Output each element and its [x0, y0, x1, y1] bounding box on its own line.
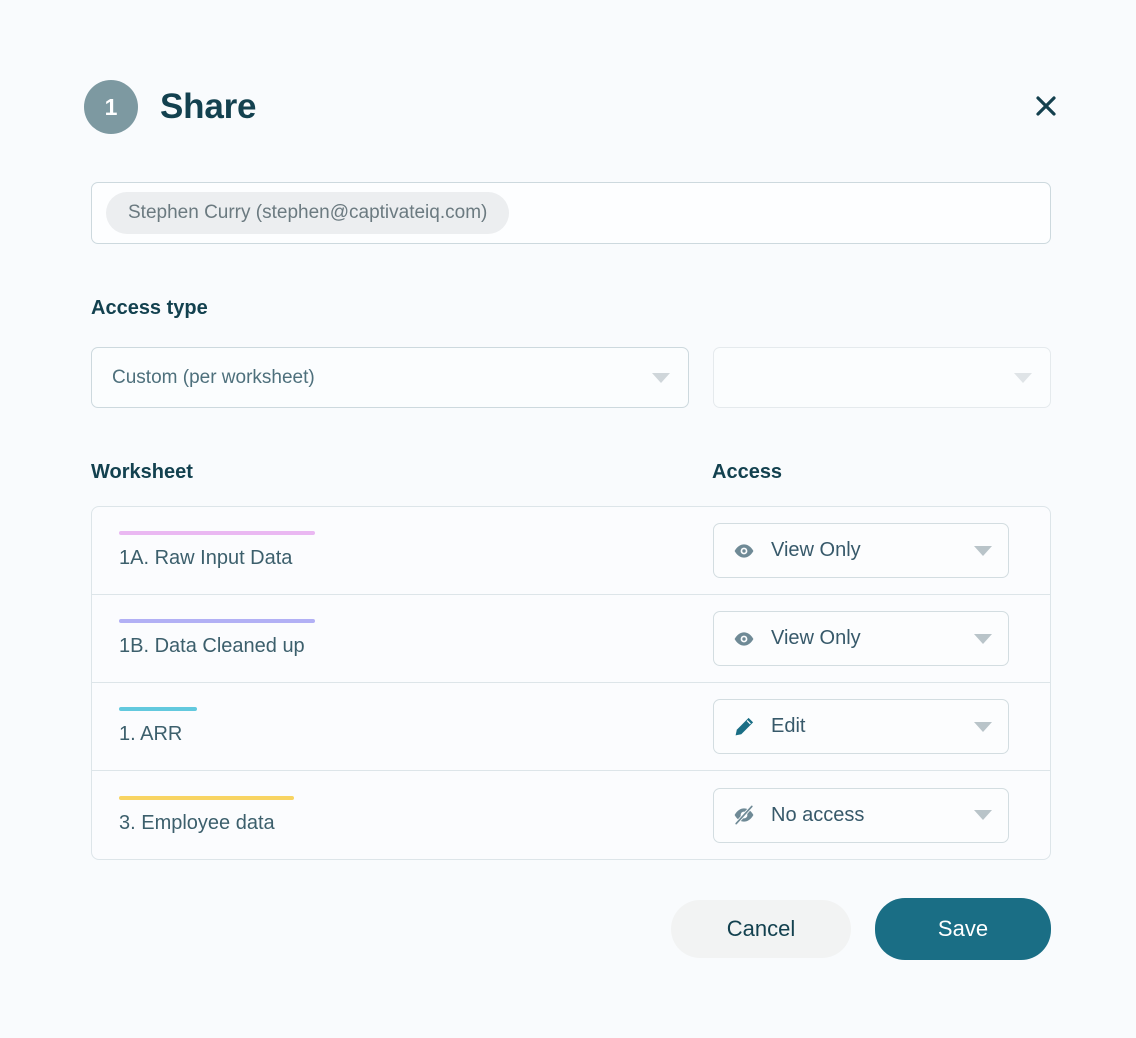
access-type-select[interactable]: Custom (per worksheet) — [91, 347, 689, 408]
access-cell: View Only — [713, 507, 1050, 594]
access-cell: Edit — [713, 683, 1050, 770]
worksheet-color-bar — [119, 619, 315, 623]
page-title: Share — [160, 87, 256, 127]
recipient-input[interactable]: Stephen Curry (stephen@captivateiq.com) — [91, 182, 1051, 244]
worksheet-name: 3. Employee data — [119, 812, 713, 835]
recipient-chip[interactable]: Stephen Curry (stephen@captivateiq.com) — [106, 192, 509, 234]
access-select[interactable]: No access — [713, 788, 1009, 843]
worksheet-cell: 1A. Raw Input Data — [92, 507, 713, 594]
worksheet-column-header: Worksheet — [91, 461, 193, 484]
access-value: View Only — [771, 539, 861, 562]
chevron-down-icon — [974, 810, 992, 820]
access-select[interactable]: Edit — [713, 699, 1009, 754]
access-value: No access — [771, 804, 864, 827]
chevron-down-icon — [1014, 373, 1032, 383]
worksheet-cell: 3. Employee data — [92, 771, 713, 859]
table-row: 1A. Raw Input Data View Only — [92, 507, 1050, 595]
worksheet-cell: 1B. Data Cleaned up — [92, 595, 713, 682]
table-row: 3. Employee data No access — [92, 771, 1050, 859]
chevron-down-icon — [974, 634, 992, 644]
table-row: 1B. Data Cleaned up View Only — [92, 595, 1050, 683]
access-value: Edit — [771, 715, 805, 738]
chevron-down-icon — [974, 546, 992, 556]
access-column-header: Access — [712, 461, 782, 484]
access-type-label: Access type — [91, 297, 208, 320]
worksheet-name: 1A. Raw Input Data — [119, 547, 713, 570]
worksheet-table: 1A. Raw Input DataView Only1B. Data Clea… — [91, 506, 1051, 860]
worksheet-color-bar — [119, 796, 294, 800]
worksheet-color-bar — [119, 531, 315, 535]
share-modal: 1 Share Stephen Curry (stephen@captivate… — [0, 0, 1136, 1038]
worksheet-name: 1B. Data Cleaned up — [119, 635, 713, 658]
chevron-down-icon — [652, 373, 670, 383]
access-type-value: Custom (per worksheet) — [112, 367, 315, 389]
pencil-icon — [733, 716, 755, 738]
access-type-row: Custom (per worksheet) — [91, 347, 1051, 408]
worksheet-cell: 1. ARR — [92, 683, 713, 770]
close-button[interactable] — [1028, 88, 1064, 124]
access-value: View Only — [771, 627, 861, 650]
access-cell: No access — [713, 771, 1050, 859]
access-cell: View Only — [713, 595, 1050, 682]
eye-slash-icon — [733, 804, 755, 826]
chevron-down-icon — [974, 722, 992, 732]
save-button[interactable]: Save — [875, 898, 1051, 960]
access-type-secondary-select[interactable] — [713, 347, 1051, 408]
eye-icon — [733, 628, 755, 650]
cancel-button[interactable]: Cancel — [671, 900, 851, 958]
recipient-chip-label: Stephen Curry (stephen@captivateiq.com) — [128, 202, 487, 224]
step-badge: 1 — [84, 80, 138, 134]
worksheet-color-bar — [119, 707, 197, 711]
modal-header: 1 Share — [84, 80, 256, 134]
access-select[interactable]: View Only — [713, 611, 1009, 666]
access-select[interactable]: View Only — [713, 523, 1009, 578]
close-icon — [1035, 95, 1057, 117]
table-row: 1. ARR Edit — [92, 683, 1050, 771]
eye-icon — [733, 540, 755, 562]
worksheet-name: 1. ARR — [119, 723, 713, 746]
modal-footer: Cancel Save — [671, 898, 1051, 960]
